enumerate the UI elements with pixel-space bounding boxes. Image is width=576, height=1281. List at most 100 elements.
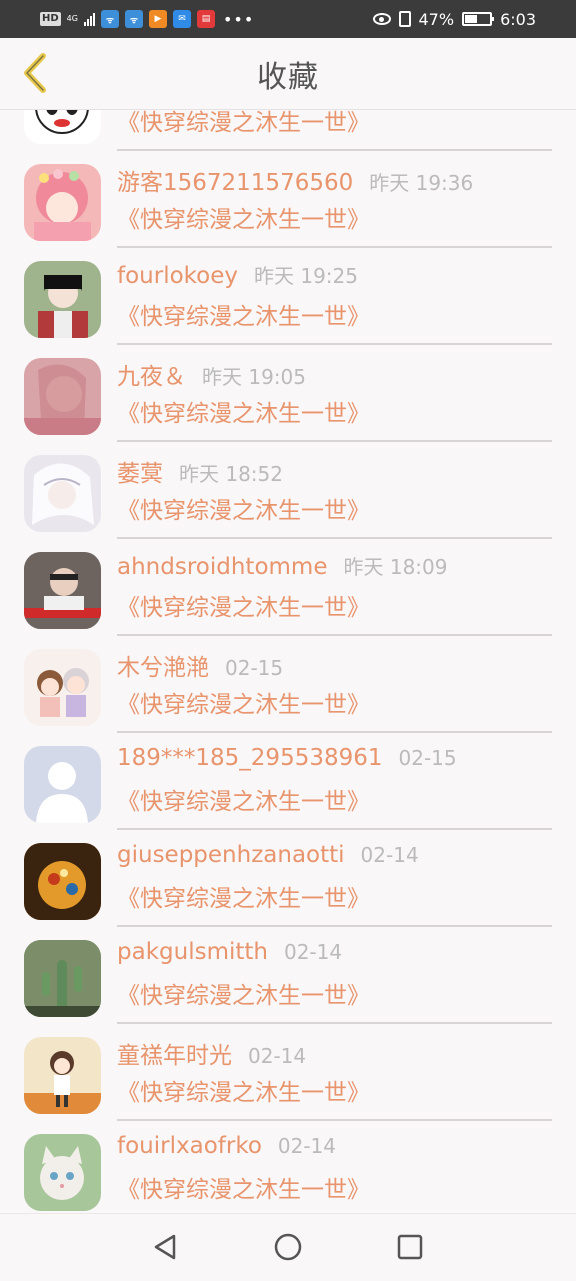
list-item[interactable]: 童禚年时光 02-14 《快穿综漫之沐生一世》	[0, 1024, 576, 1121]
name-row: 木兮滟滟 02-15	[117, 648, 283, 682]
favorites-list-inner: 《快穿综漫之沐生一世》 游客1567211576560 昨天 19:36 《快穿综漫之…	[0, 110, 576, 1213]
avatar[interactable]	[24, 649, 101, 726]
avatar[interactable]	[24, 843, 101, 920]
wifi-app-icon: ᯤ	[124, 10, 143, 28]
name-row: 189***185_295538961 02-15	[117, 745, 457, 771]
favorite-time: 02-15	[225, 656, 284, 680]
favorite-time: 02-14	[248, 1044, 307, 1068]
favorite-time: 昨天 19:05	[202, 365, 306, 389]
battery-percent: 47%	[418, 9, 455, 29]
avatar[interactable]	[24, 261, 101, 338]
mail-app-icon: ✉	[172, 10, 191, 28]
panda-avatar-icon	[24, 110, 101, 144]
book-title[interactable]: 《快穿综漫之沐生一世》	[117, 685, 370, 719]
eye-icon	[372, 13, 391, 25]
vibrate-icon	[398, 11, 411, 27]
list-item[interactable]: pakgulsmitth 02-14 《快穿综漫之沐生一世》	[0, 927, 576, 1024]
avatar[interactable]	[24, 110, 101, 144]
name-row: pakgulsmitth 02-14	[117, 939, 342, 965]
user-name[interactable]: giuseppenhzanaotti	[117, 842, 345, 868]
favorites-list[interactable]: 《快穿综漫之沐生一世》 游客1567211576560 昨天 19:36 《快穿综漫之…	[0, 110, 576, 1213]
pink-hair-girl-avatar-icon	[24, 164, 101, 241]
navigation-bar	[0, 1213, 576, 1281]
list-item[interactable]: 《快穿综漫之沐生一世》	[0, 110, 576, 151]
book-title[interactable]: 《快穿综漫之沐生一世》	[117, 879, 370, 913]
avatar[interactable]	[24, 552, 101, 629]
candle-lantern-avatar-icon	[24, 843, 101, 920]
nav-recent-button[interactable]	[393, 1230, 427, 1264]
pink-portrait-avatar-icon	[24, 358, 101, 435]
avatar[interactable]	[24, 164, 101, 241]
list-item[interactable]: fourlokoey 昨天 19:25 《快穿综漫之沐生一世》	[0, 248, 576, 345]
favorite-time: 02-14	[283, 940, 343, 964]
favorite-time: 昨天 19:36	[369, 171, 474, 195]
list-item[interactable]: giuseppenhzanaotti 02-14 《快穿综漫之沐生一世》	[0, 830, 576, 927]
user-name[interactable]: pakgulsmitth	[117, 939, 268, 965]
book-title[interactable]: 《快穿综漫之沐生一世》	[117, 976, 370, 1010]
book-title[interactable]: 《快穿综漫之沐生一世》	[117, 394, 370, 428]
cartoon-girl-avatar-icon	[24, 1037, 101, 1114]
favorite-time: 02-15	[398, 746, 457, 770]
book-title[interactable]: 《快穿综漫之沐生一世》	[117, 1073, 370, 1107]
avatar[interactable]	[24, 746, 101, 823]
nav-back-button[interactable]	[148, 1230, 182, 1264]
user-name[interactable]: fourlokoey	[117, 263, 238, 289]
status-left: HD 4G ᯤ ᯤ ▶ ✉ ▤ •••	[40, 10, 254, 29]
hd-badge: HD	[40, 12, 61, 26]
book-title[interactable]: 《快穿综漫之沐生一世》	[117, 1170, 370, 1204]
white-hair-avatar-icon	[24, 455, 101, 532]
back-button[interactable]	[14, 51, 54, 95]
news-app-icon: ▤	[196, 10, 215, 28]
name-row: 游客1567211576560 昨天 19:36	[117, 163, 473, 197]
favorite-time: 02-14	[360, 843, 419, 867]
book-title[interactable]: 《快穿综漫之沐生一世》	[117, 491, 370, 525]
book-title[interactable]: 《快穿综漫之沐生一世》	[117, 782, 370, 816]
battery-icon	[462, 12, 495, 26]
list-item[interactable]: 九夜＆ 昨天 19:05 《快穿综漫之沐生一世》	[0, 345, 576, 442]
cat-avatar-icon	[24, 1134, 101, 1211]
book-title[interactable]: 《快穿综漫之沐生一世》	[117, 297, 370, 331]
list-item[interactable]: 木兮滟滟 02-15 《快穿综漫之沐生一世》	[0, 636, 576, 733]
nav-home-button[interactable]	[271, 1230, 305, 1264]
list-item[interactable]: 萎蓂 昨天 18:52 《快穿综漫之沐生一世》	[0, 442, 576, 539]
name-row: fouirlxaofrko 02-14	[117, 1133, 336, 1159]
user-name[interactable]: 九夜＆	[117, 357, 186, 391]
favorite-time: 昨天 18:09	[343, 555, 448, 579]
name-row: 萎蓂 昨天 18:52	[117, 454, 283, 488]
cactus-avatar-icon	[24, 940, 101, 1017]
square-recent-icon	[397, 1234, 423, 1260]
chevron-left-icon	[24, 53, 46, 93]
favorite-time: 昨天 19:25	[254, 264, 358, 288]
status-bar: HD 4G ᯤ ᯤ ▶ ✉ ▤ ••• 47% 6:03	[0, 0, 576, 38]
book-title[interactable]: 《快穿综漫之沐生一世》	[117, 110, 370, 137]
video-app-icon: ▶	[148, 10, 167, 28]
network-type: 4G	[66, 14, 78, 23]
user-name[interactable]: ahndsroidhtomme	[117, 554, 327, 580]
avatar[interactable]	[24, 1037, 101, 1114]
user-name[interactable]: 木兮滟滟	[117, 648, 209, 682]
avatar[interactable]	[24, 940, 101, 1017]
user-name[interactable]: 萎蓂	[117, 454, 163, 488]
list-item[interactable]: fouirlxaofrko 02-14 《快穿综漫之沐生一世》	[0, 1121, 576, 1213]
photo-woman-avatar-icon	[24, 552, 101, 629]
book-title[interactable]: 《快穿综漫之沐生一世》	[117, 588, 370, 622]
user-name[interactable]: fouirlxaofrko	[117, 1133, 262, 1159]
user-name[interactable]: 189***185_295538961	[117, 745, 383, 771]
avatar[interactable]	[24, 1134, 101, 1211]
list-item[interactable]: ahndsroidhtomme 昨天 18:09 《快穿综漫之沐生一世》	[0, 539, 576, 636]
user-name[interactable]: 童禚年时光	[117, 1036, 232, 1070]
more-dots-icon: •••	[222, 9, 255, 29]
name-row: ahndsroidhtomme 昨天 18:09	[117, 551, 447, 580]
name-row: 童禚年时光 02-14	[117, 1036, 306, 1070]
favorite-time: 02-14	[277, 1134, 337, 1158]
chibi-pair-avatar-icon	[24, 649, 101, 726]
list-item[interactable]: 游客1567211576560 昨天 19:36 《快穿综漫之沐生一世》	[0, 151, 576, 248]
wifi-app-icon: ᯤ	[100, 10, 119, 28]
signal-icon	[83, 12, 95, 26]
book-title[interactable]: 《快穿综漫之沐生一世》	[117, 200, 370, 234]
name-row: giuseppenhzanaotti 02-14	[117, 842, 419, 868]
list-item[interactable]: 189***185_295538961 02-15 《快穿综漫之沐生一世》	[0, 733, 576, 830]
user-name[interactable]: 游客1567211576560	[117, 163, 353, 197]
avatar[interactable]	[24, 358, 101, 435]
avatar[interactable]	[24, 455, 101, 532]
